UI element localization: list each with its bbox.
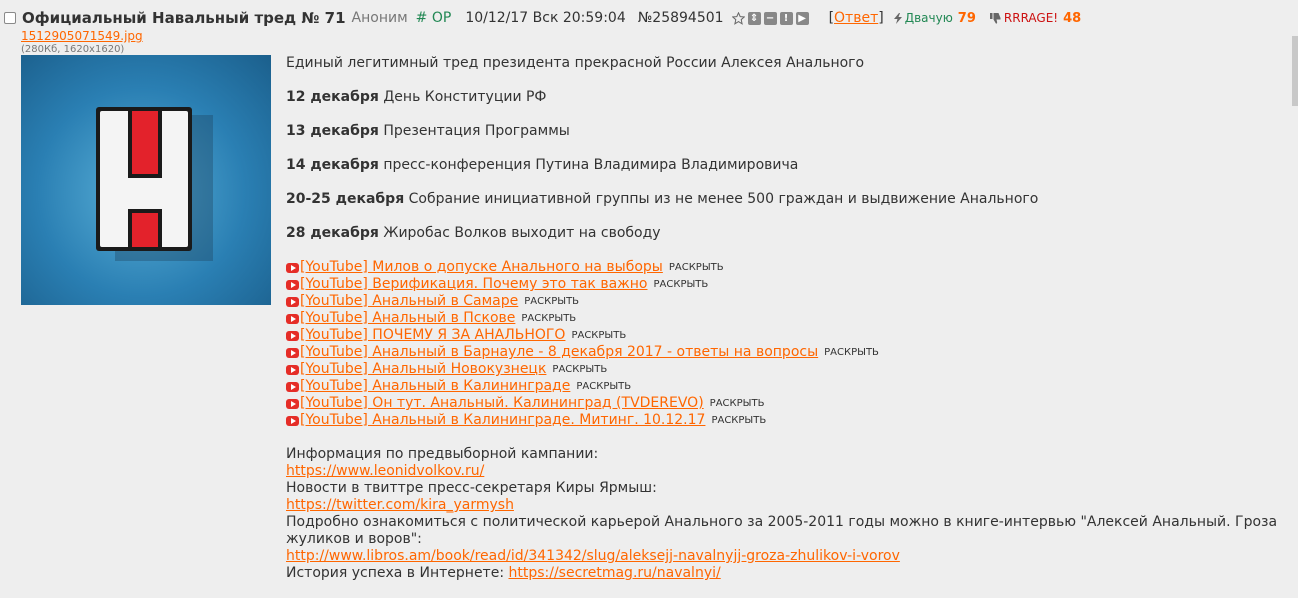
campaign-link[interactable]: https://www.leonidvolkov.ru/ — [286, 463, 484, 479]
dislike-count: 48 — [1063, 10, 1082, 26]
expand-link[interactable]: РАСКРЫТЬ — [524, 293, 579, 310]
youtube-link[interactable]: [YouTube] Анальный в Самаре — [300, 293, 518, 310]
expand-link[interactable]: РАСКРЫТЬ — [552, 361, 607, 378]
info-text: История успеха в Интернете: — [286, 565, 505, 581]
scrollbar[interactable] — [1292, 36, 1298, 106]
event-text: Презентация Программы — [383, 123, 570, 139]
youtube-link[interactable]: [YouTube] Он тут. Анальный. Калининград … — [300, 395, 704, 412]
like-label: Двачую — [904, 11, 953, 25]
youtube-link[interactable]: [YouTube] Анальный в Пскове — [300, 310, 515, 327]
expand-link[interactable]: РАСКРЫТЬ — [576, 378, 631, 395]
reply-link[interactable]: Ответ — [834, 10, 878, 26]
post-header: Официальный Навальный тред № 71 Аноним #… — [4, 9, 1081, 27]
post-message: Единый легитимный тред президента прекра… — [286, 55, 1296, 582]
event-text: Собрание инициативной группы из не менее… — [408, 191, 1039, 207]
expand-icon[interactable]: ⇕ — [747, 11, 761, 25]
event-date: 14 декабря — [286, 157, 379, 173]
thread-title: Официальный Навальный тред № 71 — [22, 9, 346, 27]
like-count: 79 — [957, 10, 976, 26]
event-date: 13 декабря — [286, 123, 379, 139]
event-text: пресс-конференция Путина Владимира Влади… — [383, 157, 799, 173]
youtube-icon — [286, 296, 299, 307]
play-icon[interactable]: ▶ — [795, 11, 809, 25]
youtube-icon — [286, 381, 299, 392]
expand-link[interactable]: РАСКРЫТЬ — [711, 412, 766, 429]
event-text: Жиробас Волков выходит на свободу — [383, 225, 661, 241]
expand-link[interactable]: РАСКРЫТЬ — [710, 395, 765, 412]
youtube-item: [YouTube] Анальный в Калининграде РАСКРЫТ… — [286, 378, 1296, 395]
report-icon[interactable]: ! — [779, 11, 793, 25]
dislike-label: RRRAGE! — [1003, 11, 1059, 25]
info-text: Новости в твиттре пресс-секретаря Киры Я… — [286, 480, 657, 496]
expand-link[interactable]: РАСКРЫТЬ — [521, 310, 576, 327]
post-author: Аноним — [351, 10, 408, 26]
file-name-link[interactable]: 1512905071549.jpg — [21, 29, 143, 43]
info-line: История успеха в Интернете: https://secr… — [286, 565, 1296, 582]
youtube-link[interactable]: [YouTube] Милов о допуске Анального на в… — [300, 259, 663, 276]
youtube-item: [YouTube] Анальный в Барнауле - 8 декабр… — [286, 344, 1296, 361]
event-date: 12 декабря — [286, 89, 379, 105]
youtube-link[interactable]: [YouTube] Анальный в Калининграде — [300, 378, 570, 395]
youtube-item: [YouTube] ПОЧЕМУ Я ЗА АНАЛЬНОГО РАСКРЫТЬ — [286, 327, 1296, 344]
info-text: Информация по предвыборной кампании: — [286, 446, 599, 462]
youtube-link[interactable]: [YouTube] Анальный в Барнауле - 8 декабр… — [300, 344, 818, 361]
post-image[interactable] — [21, 55, 271, 305]
youtube-icon — [286, 330, 299, 341]
dislike-button[interactable]: RRRAGE! 48 — [989, 10, 1082, 26]
youtube-link[interactable]: [YouTube] Анальный Новокузнецк — [300, 361, 546, 378]
hide-icon[interactable]: − — [763, 11, 777, 25]
like-button[interactable]: Двачую 79 — [893, 10, 976, 26]
post-number[interactable]: №25894501 — [638, 10, 724, 26]
event-line: 20-25 декабря Собрание инициативной груп… — [286, 191, 1296, 208]
event-line: 12 декабря День Конституции РФ — [286, 89, 1296, 106]
expand-link[interactable]: РАСКРЫТЬ — [571, 327, 626, 344]
info-text: Подробно ознакомиться с политической кар… — [286, 514, 1278, 547]
youtube-link[interactable]: [YouTube] Верификация. Почему это так ва… — [300, 276, 648, 293]
youtube-item: [YouTube] Анальный Новокузнецк РАСКРЫТЬ — [286, 361, 1296, 378]
op-badge: # OP — [415, 10, 452, 26]
thumbs-down-icon — [989, 12, 1001, 24]
youtube-icon — [286, 415, 299, 426]
pin-image — [96, 107, 213, 261]
youtube-item: [YouTube] Анальный в Калининграде. Митин… — [286, 412, 1296, 429]
youtube-icon — [286, 313, 299, 324]
expand-link[interactable]: РАСКРЫТЬ — [654, 276, 709, 293]
youtube-icon — [286, 279, 299, 290]
event-line: 28 декабря Жиробас Волков выходит на сво… — [286, 225, 1296, 242]
event-line: 14 декабря пресс-конференция Путина Влад… — [286, 157, 1296, 174]
reply-bracket: [Ответ] — [828, 10, 884, 26]
twitter-link[interactable]: https://twitter.com/kira_yarmysh — [286, 497, 514, 513]
favorite-star-icon[interactable] — [731, 11, 745, 25]
book-link[interactable]: http://www.libros.am/book/read/id/341342… — [286, 548, 900, 564]
event-date: 20-25 декабря — [286, 191, 405, 207]
secretmag-link[interactable]: https://secretmag.ru/navalnyi/ — [509, 565, 721, 581]
youtube-item: [YouTube] Анальный в Пскове РАСКРЫТЬ — [286, 310, 1296, 327]
youtube-link[interactable]: [YouTube] Анальный в Калининграде. Митин… — [300, 412, 705, 429]
youtube-item: [YouTube] Милов о допуске Анального на в… — [286, 259, 1296, 276]
event-date: 28 декабря — [286, 225, 379, 241]
file-meta: (280Кб, 1620x1620) — [21, 44, 125, 55]
youtube-icon — [286, 262, 299, 273]
post-date: 10/12/17 Вск 20:59:04 — [465, 10, 626, 26]
intro-text: Единый легитимный тред президента прекра… — [286, 55, 865, 71]
select-post-checkbox[interactable] — [4, 12, 16, 24]
bolt-icon — [893, 12, 902, 24]
expand-link[interactable]: РАСКРЫТЬ — [824, 344, 879, 361]
youtube-icon — [286, 347, 299, 358]
youtube-item: [YouTube] Он тут. Анальный. Калининград … — [286, 395, 1296, 412]
youtube-icon — [286, 364, 299, 375]
event-text: День Конституции РФ — [383, 89, 547, 105]
youtube-link[interactable]: [YouTube] ПОЧЕМУ Я ЗА АНАЛЬНОГО — [300, 327, 565, 344]
event-line: 13 декабря Презентация Программы — [286, 123, 1296, 140]
youtube-icon — [286, 398, 299, 409]
youtube-item: [YouTube] Верификация. Почему это так ва… — [286, 276, 1296, 293]
expand-link[interactable]: РАСКРЫТЬ — [669, 259, 724, 276]
youtube-item: [YouTube] Анальный в Самаре РАСКРЫТЬ — [286, 293, 1296, 310]
